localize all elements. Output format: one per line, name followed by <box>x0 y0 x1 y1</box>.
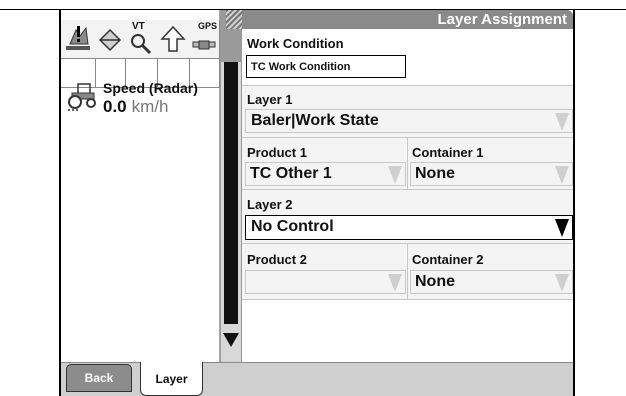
container2-dropdown[interactable]: None <box>410 270 573 294</box>
speed-unit: km/h <box>131 97 169 116</box>
gps-receiver-icon[interactable]: GPS <box>189 20 220 59</box>
layer1-label: Layer 1 <box>247 92 293 107</box>
container1-value: None <box>415 165 455 182</box>
dropdown-arrow-icon <box>555 166 569 184</box>
implement-alert-icon[interactable] <box>61 20 96 59</box>
scroll-down-icon[interactable] <box>223 333 239 347</box>
title-bar: Layer Assignment <box>242 10 573 29</box>
vt-label: VT <box>132 21 145 32</box>
layer2-label: Layer 2 <box>247 197 293 212</box>
container1-label: Container 1 <box>412 145 484 160</box>
container2-value: None <box>415 273 455 290</box>
status-column: VT GPS <box>61 10 220 362</box>
speed-value: 0.0 <box>103 97 127 116</box>
back-button[interactable]: Back <box>66 364 132 392</box>
product1-dropdown[interactable]: TC Other 1 <box>245 162 406 186</box>
scrollbar-thumb[interactable] <box>224 62 238 324</box>
dropdown-arrow-icon <box>555 274 569 292</box>
dropdown-arrow-icon <box>388 166 402 184</box>
dropdown-arrow-icon <box>555 113 569 131</box>
speed-label: Speed (Radar) <box>103 80 198 96</box>
page-title: Layer Assignment <box>437 11 568 28</box>
product2-label: Product 2 <box>247 252 307 267</box>
layer1-value: Baler|Work State <box>251 112 379 129</box>
product1-label: Product 1 <box>247 145 307 160</box>
container2-label: Container 2 <box>412 252 484 267</box>
title-hatch <box>226 10 242 29</box>
tractor-icon <box>66 82 100 117</box>
dropdown-arrow-icon <box>388 274 402 292</box>
column-divider <box>407 244 408 300</box>
layer1-dropdown[interactable]: Baler|Work State <box>245 109 573 133</box>
speed-readout: 0.0 km/h <box>103 97 168 117</box>
layer2-value: No Control <box>251 218 334 235</box>
vt-icon[interactable]: VT <box>125 20 158 59</box>
work-condition-field[interactable]: TC Work Condition <box>246 55 406 78</box>
guidance-icon[interactable] <box>95 20 126 59</box>
container1-dropdown[interactable]: None <box>410 162 573 186</box>
tab-layer[interactable]: Layer <box>140 362 203 396</box>
work-condition-label: Work Condition <box>247 36 344 51</box>
layer2-dropdown[interactable]: No Control <box>245 215 573 240</box>
column-divider <box>407 138 408 190</box>
product1-value: TC Other 1 <box>250 165 332 182</box>
tab-bar <box>61 362 573 396</box>
product2-dropdown[interactable] <box>245 270 406 294</box>
gps-label: GPS <box>197 21 217 31</box>
up-arrow-icon[interactable] <box>157 20 190 59</box>
dropdown-arrow-icon <box>555 219 569 237</box>
